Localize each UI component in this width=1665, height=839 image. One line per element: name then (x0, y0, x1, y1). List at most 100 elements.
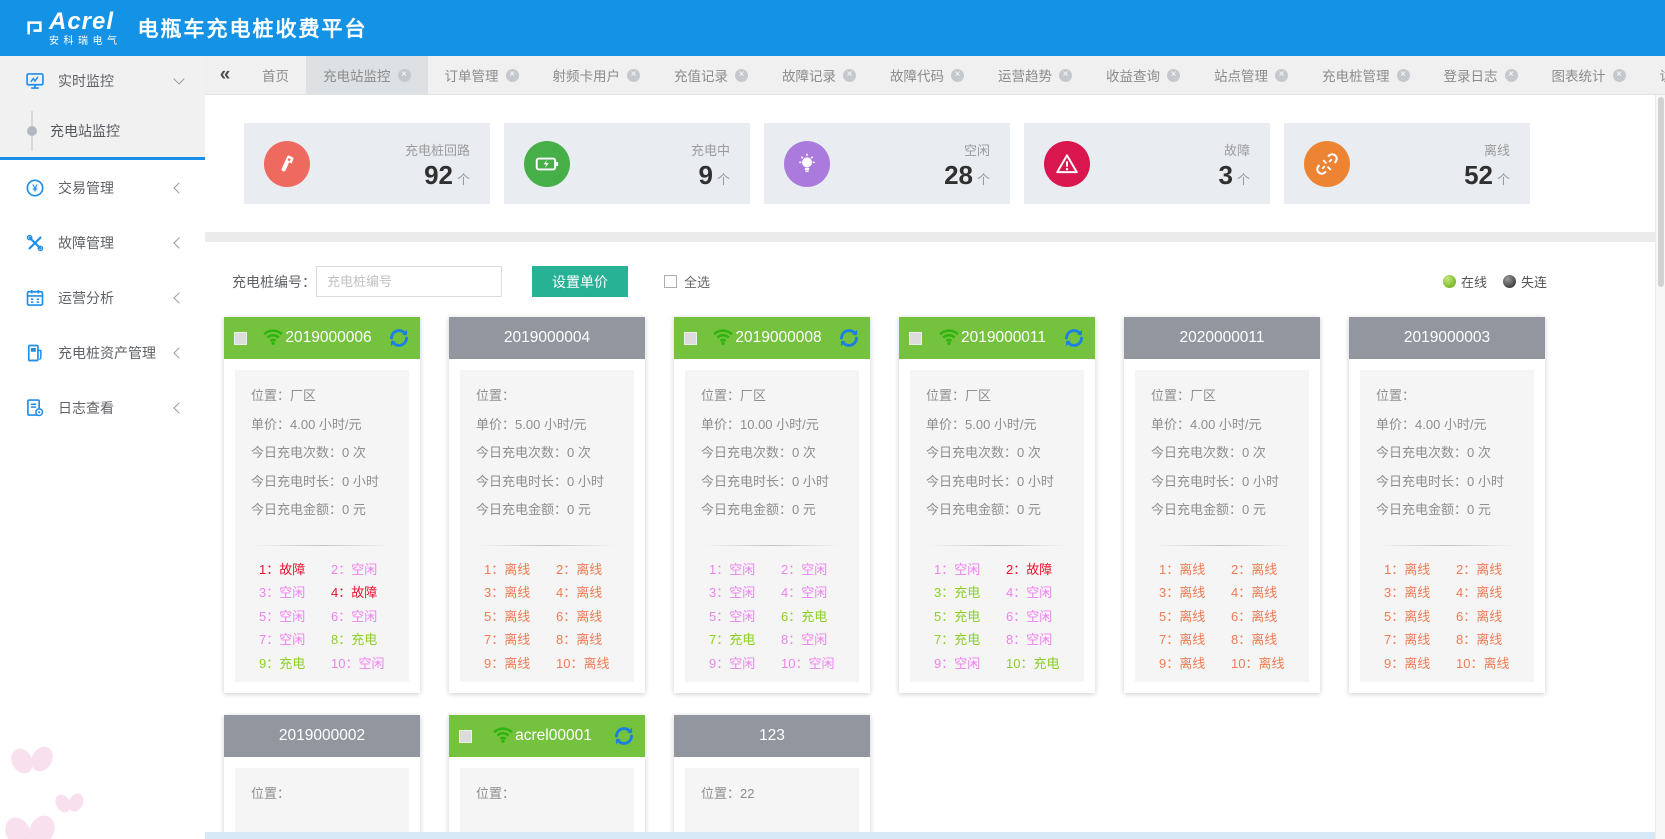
sidebar-item-icon (24, 397, 46, 419)
stat-label: 充电桩回路 (405, 140, 470, 159)
port-status: 5：充电 (934, 605, 1006, 629)
tab-label: 故障记录 (782, 65, 836, 85)
tab[interactable]: 登录日志 × (1427, 56, 1535, 94)
tab-close-icon[interactable]: × (843, 69, 856, 82)
port-status: 3：离线 (1384, 581, 1456, 605)
port-status: 1：离线 (484, 558, 556, 582)
tab-close-icon[interactable]: × (735, 69, 748, 82)
stat-unit: 个 (977, 172, 990, 187)
pile-detail-line: 今日充电次数：0 次 (476, 439, 628, 468)
refresh-icon[interactable] (613, 725, 635, 747)
tab-close-icon[interactable]: × (398, 69, 411, 82)
pile-detail-line: 位置： (1376, 382, 1528, 411)
port-status: 8：离线 (556, 628, 628, 652)
sidebar-item-2[interactable]: 故障管理 (0, 215, 205, 270)
sidebar-item-1[interactable]: ¥ 交易管理 (0, 160, 205, 215)
stat-unit: 个 (457, 172, 470, 187)
tab[interactable]: 图表统计 × (1535, 56, 1643, 94)
tab[interactable]: 收益查询 × (1089, 56, 1197, 94)
sidebar-item-3[interactable]: 运营分析 (0, 270, 205, 325)
sidebar-group: 充电桩资产管理 (0, 325, 205, 380)
tab-close-icon[interactable]: × (1613, 69, 1626, 82)
tab-close-icon[interactable]: × (1397, 69, 1410, 82)
tab-close-icon[interactable]: × (1059, 69, 1072, 82)
tab-close-icon[interactable]: × (506, 69, 519, 82)
refresh-icon[interactable] (1063, 327, 1085, 349)
select-all-checkbox[interactable] (664, 275, 677, 288)
pile-card: 123 位置：22 (674, 715, 870, 839)
port-status: 8：空闲 (1006, 628, 1078, 652)
port-status: 3：空闲 (259, 581, 331, 605)
port-status: 10：空闲 (781, 652, 853, 676)
tab-label: 登录日志 (1444, 65, 1498, 85)
pile-detail-line: 今日充电时长：0 小时 (476, 468, 628, 497)
tab[interactable]: 订单管理 × (428, 56, 536, 94)
tab[interactable]: 充电站监控 × (306, 56, 428, 94)
sidebar-item-0[interactable]: 实时监控 (0, 56, 205, 105)
pile-card-body: 位置： (449, 757, 645, 839)
tab-close-icon[interactable]: × (627, 69, 640, 82)
online-dot-icon (1443, 275, 1456, 288)
pile-detail-line: 今日充电次数：0 次 (1376, 439, 1528, 468)
stat-value: 28个 (944, 162, 990, 188)
tab-close-icon[interactable]: × (1167, 69, 1180, 82)
tab[interactable]: 访问日志 × (1643, 56, 1665, 94)
tab-label: 充值记录 (674, 65, 728, 85)
tab[interactable]: 运营趋势 × (981, 56, 1089, 94)
pile-card: 2019000003 位置：单价：4.00 小时/元今日充电次数：0 次今日充电… (1349, 317, 1545, 693)
tab-label: 访问日志 (1660, 65, 1665, 85)
tab[interactable]: 充值记录 × (657, 56, 765, 94)
tab-close-icon[interactable]: × (1275, 69, 1288, 82)
port-status: 5：离线 (1384, 605, 1456, 629)
pile-checkbox[interactable] (909, 332, 922, 345)
sidebar-nav: 实时监控 充电站监控 ¥ 交易管理 故障管理 运营分析 充电桩资产管理 (0, 56, 205, 839)
port-status: 3：空闲 (709, 581, 781, 605)
refresh-icon[interactable] (838, 327, 860, 349)
pile-detail-line: 今日充电次数：0 次 (701, 439, 853, 468)
sidebar-subitem[interactable]: 充电站监控 (0, 105, 205, 157)
warning-icon (1044, 141, 1090, 187)
pile-detail-line: 今日充电金额：0 元 (251, 496, 403, 525)
tab[interactable]: 故障代码 × (873, 56, 981, 94)
tab-close-icon[interactable]: × (1505, 69, 1518, 82)
card-divider (1153, 545, 1291, 546)
sidebar-item-4[interactable]: 充电桩资产管理 (0, 325, 205, 380)
tab-close-icon[interactable]: × (951, 69, 964, 82)
tab[interactable]: 故障记录 × (765, 56, 873, 94)
port-status: 8：离线 (1456, 628, 1528, 652)
pile-id: 2019000011 (961, 329, 1046, 347)
tab[interactable]: 充电桩管理 × (1305, 56, 1427, 94)
port-status-grid: 1：离线2：离线3：离线4：离线5：离线6：离线7：离线8：离线9：离线10：离… (1151, 558, 1303, 676)
pile-checkbox[interactable] (684, 332, 697, 345)
port-status-grid: 1：离线2：离线3：离线4：离线5：离线6：离线7：离线8：离线9：离线10：离… (476, 558, 628, 676)
port-status-grid: 1：故障2：空闲3：空闲4：故障5：空闲6：空闲7：空闲8：充电9：充电10：空… (251, 558, 403, 676)
port-status: 6：离线 (556, 605, 628, 629)
port-status: 10：充电 (1006, 652, 1078, 676)
pile-checkbox[interactable] (234, 332, 247, 345)
chevron-icon (173, 402, 184, 413)
tab[interactable]: 射频卡用户 × (536, 56, 658, 94)
pile-id: 123 (759, 727, 785, 745)
offline-dot-icon (1503, 275, 1516, 288)
pile-card-body: 位置：厂区单价：4.00 小时/元今日充电次数：0 次今日充电时长：0 小时今日… (1124, 359, 1320, 693)
port-status: 7：充电 (709, 628, 781, 652)
sidebar-item-5[interactable]: 日志查看 (0, 380, 205, 435)
stat-label: 空闲 (944, 140, 990, 159)
tab[interactable]: 首页 (245, 56, 306, 94)
vertical-scrollbar[interactable] (1655, 95, 1665, 839)
collapse-tabs-icon[interactable]: « (205, 56, 245, 94)
pile-detail-line: 单价：4.00 小时/元 (1151, 411, 1303, 440)
pile-checkbox[interactable] (459, 730, 472, 743)
chevron-icon (173, 182, 184, 193)
port-status: 2：空闲 (781, 558, 853, 582)
set-price-button[interactable]: 设置单价 (532, 266, 628, 297)
port-status: 10：空闲 (331, 652, 403, 676)
port-status: 9：离线 (1159, 652, 1231, 676)
scrollbar-thumb[interactable] (1658, 97, 1664, 287)
sidebar-item-label: 运营分析 (58, 288, 175, 308)
pile-number-input[interactable] (316, 266, 502, 297)
tab[interactable]: 站点管理 × (1197, 56, 1305, 94)
refresh-icon[interactable] (388, 327, 410, 349)
pile-card-body: 位置：厂区单价：10.00 小时/元今日充电次数：0 次今日充电时长：0 小时今… (674, 359, 870, 693)
pile-detail-line: 位置： (251, 780, 403, 809)
